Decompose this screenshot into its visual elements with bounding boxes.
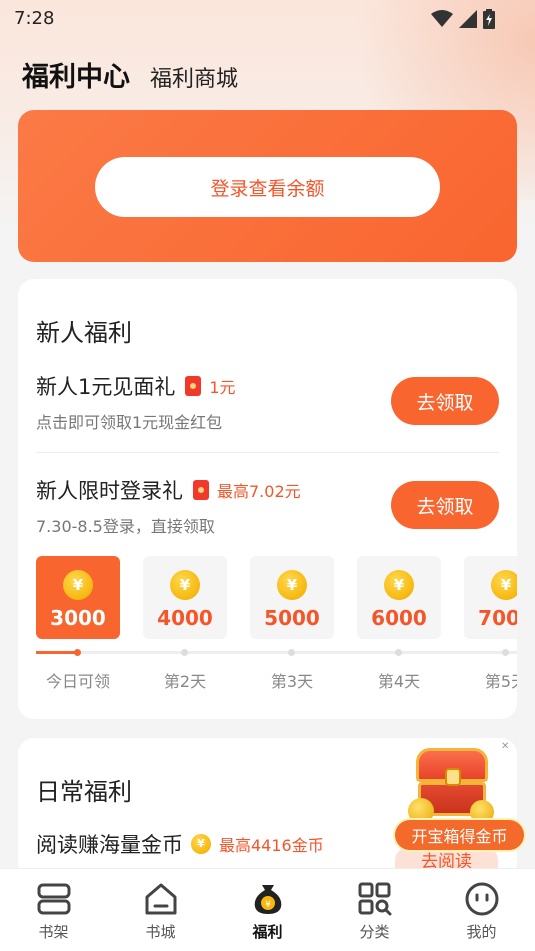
gift2-badge: 最高7.02元 bbox=[217, 482, 301, 501]
progress-track bbox=[36, 651, 517, 654]
close-icon[interactable]: ✕ bbox=[501, 742, 511, 752]
tab-category[interactable]: 分类 bbox=[321, 869, 428, 951]
day-amount: 6000 bbox=[371, 606, 427, 630]
divider bbox=[36, 452, 499, 453]
open-chest-label[interactable]: 开宝箱得金币 bbox=[393, 818, 526, 852]
status-icons bbox=[431, 9, 495, 29]
day-label: 第5天 bbox=[484, 672, 517, 691]
new-user-welfare-card: 新人福利 新人1元见面礼 1元 点击即可领取1元现金红包 去领取 新人限时登录礼… bbox=[18, 279, 517, 719]
coin-icon: ¥ bbox=[491, 570, 517, 600]
coin-icon: ¥ bbox=[191, 834, 211, 854]
page-header: 福利中心 福利商城 bbox=[22, 55, 238, 94]
wifi-icon bbox=[431, 10, 453, 27]
profile-icon bbox=[465, 882, 498, 916]
gift2-title-row: 新人限时登录礼 最高7.02元 bbox=[36, 475, 301, 505]
gift1-badge: 1元 bbox=[209, 378, 236, 397]
day-reward-1[interactable]: ¥ 3000 bbox=[36, 556, 120, 639]
signal-icon bbox=[459, 10, 477, 28]
tab-label: 书架 bbox=[38, 923, 69, 941]
status-bar: 7:28 bbox=[0, 0, 535, 36]
coin-icon: ¥ bbox=[170, 570, 200, 600]
progress-dot bbox=[181, 649, 188, 656]
day-label: 第3天 bbox=[270, 672, 314, 691]
day-label: 今日可领 bbox=[45, 672, 110, 691]
battery-icon bbox=[483, 9, 495, 29]
tab-label: 福利 bbox=[252, 923, 283, 941]
bottom-tab-bar: 书架 书城 ¥ 福利 分类 我的 bbox=[0, 868, 535, 951]
section-title-new-user: 新人福利 bbox=[36, 319, 132, 347]
day-amount: 5000 bbox=[264, 606, 320, 630]
read-task-badge: 最高4416金币 bbox=[219, 836, 324, 855]
gift2-claim-button[interactable]: 去领取 bbox=[391, 481, 499, 529]
tab-bookshelf[interactable]: 书架 bbox=[0, 869, 107, 951]
tab-welfare[interactable]: ¥ 福利 bbox=[214, 869, 321, 951]
balance-card: 登录查看余额 bbox=[18, 110, 517, 262]
progress-dot bbox=[502, 649, 509, 656]
treasure-chest-icon[interactable] bbox=[408, 744, 495, 824]
page-title: 福利中心 bbox=[22, 62, 130, 93]
day-amount: 3000 bbox=[50, 606, 106, 630]
money-bag-icon: ¥ bbox=[254, 885, 281, 914]
day-reward-5[interactable]: ¥ 7000 bbox=[464, 556, 517, 639]
tab-label: 我的 bbox=[466, 923, 497, 941]
welfare-mall-link[interactable]: 福利商城 bbox=[150, 61, 238, 93]
day-label: 第2天 bbox=[163, 672, 207, 691]
progress-dot bbox=[395, 649, 402, 656]
gift1-title-row: 新人1元见面礼 1元 bbox=[36, 371, 236, 401]
day-reward-3[interactable]: ¥ 5000 bbox=[250, 556, 334, 639]
coin-icon: ¥ bbox=[277, 570, 307, 600]
progress-dot bbox=[74, 649, 81, 656]
progress-dot bbox=[288, 649, 295, 656]
login-view-balance-button[interactable]: 登录查看余额 bbox=[95, 157, 440, 217]
bookshelf-icon bbox=[37, 883, 70, 915]
day-label: 第4天 bbox=[377, 672, 421, 691]
tab-profile[interactable]: 我的 bbox=[428, 869, 535, 951]
tab-bookstore[interactable]: 书城 bbox=[107, 869, 214, 951]
progress-fill bbox=[36, 651, 78, 654]
day-reward-2[interactable]: ¥ 4000 bbox=[143, 556, 227, 639]
bookstore-icon bbox=[145, 883, 176, 915]
chest-lock bbox=[445, 768, 461, 786]
day-reward-4[interactable]: ¥ 6000 bbox=[357, 556, 441, 639]
day-amount: 7000 bbox=[478, 606, 517, 630]
red-packet-icon bbox=[185, 376, 202, 396]
red-packet-icon bbox=[193, 480, 209, 500]
coin-icon: ¥ bbox=[384, 570, 414, 600]
gift1-claim-button[interactable]: 去领取 bbox=[391, 377, 499, 425]
gift2-desc: 7.30-8.5登录，直接领取 bbox=[36, 517, 215, 536]
section-title-daily: 日常福利 bbox=[36, 778, 132, 806]
category-icon bbox=[358, 882, 391, 916]
read-task-row: 阅读赚海量金币 ¥ 最高4416金币 bbox=[36, 829, 324, 859]
day-amount: 4000 bbox=[157, 606, 213, 630]
coin-icon: ¥ bbox=[63, 570, 93, 600]
read-task-title: 阅读赚海量金币 bbox=[36, 833, 183, 857]
gift1-title: 新人1元见面礼 bbox=[36, 375, 176, 399]
gift2-title: 新人限时登录礼 bbox=[36, 479, 183, 503]
login-days-track: ¥ 3000 ¥ 4000 ¥ 5000 ¥ 6000 ¥ 7000 今日可领 … bbox=[36, 556, 517, 696]
svg-text:¥: ¥ bbox=[265, 900, 271, 910]
status-time: 7:28 bbox=[14, 7, 55, 29]
gift1-desc: 点击即可领取1元现金红包 bbox=[36, 413, 223, 432]
tab-label: 分类 bbox=[359, 923, 390, 941]
tab-label: 书城 bbox=[145, 923, 176, 941]
